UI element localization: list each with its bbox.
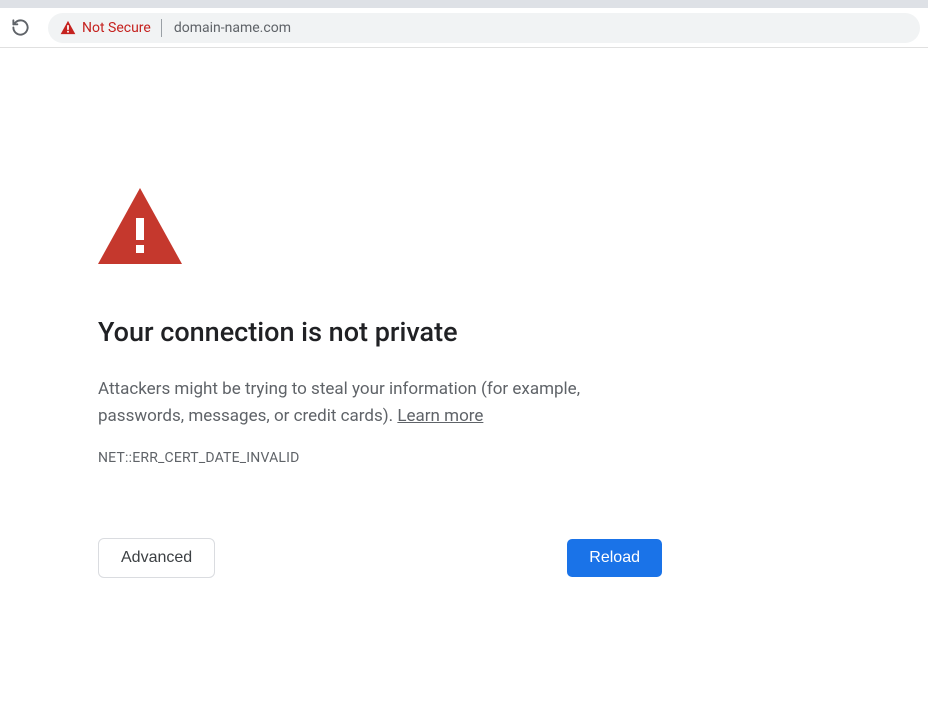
address-bar-divider	[161, 19, 162, 37]
window-chrome-top	[0, 0, 928, 8]
warning-triangle-large-icon	[98, 188, 662, 268]
warning-body-span: Attackers might be trying to steal your …	[98, 379, 580, 426]
error-code: NET::ERR_CERT_DATE_INVALID	[98, 450, 662, 466]
url-text: domain-name.com	[174, 20, 291, 36]
not-secure-label: Not Secure	[82, 20, 151, 36]
buttons-row: Advanced Reload	[98, 538, 662, 578]
reload-icon[interactable]	[10, 18, 30, 38]
reload-button[interactable]: Reload	[567, 539, 662, 577]
interstitial-content: Your connection is not private Attackers…	[0, 48, 760, 578]
learn-more-link[interactable]: Learn more	[397, 406, 483, 426]
warning-triangle-icon	[60, 20, 76, 35]
warning-body-text: Attackers might be trying to steal your …	[98, 376, 662, 430]
browser-toolbar: Not Secure domain-name.com	[0, 8, 928, 48]
address-bar[interactable]: Not Secure domain-name.com	[48, 13, 920, 43]
page-title: Your connection is not private	[98, 316, 662, 348]
advanced-button[interactable]: Advanced	[98, 538, 215, 578]
